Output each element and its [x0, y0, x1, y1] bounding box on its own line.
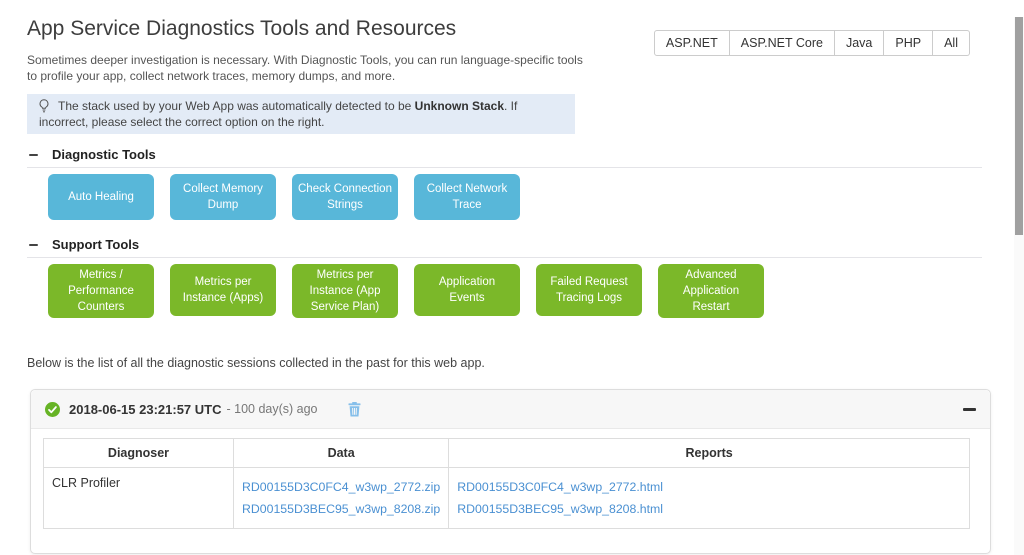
reports-cell: RD00155D3C0FC4_w3wp_2772.html RD00155D3B…: [449, 468, 970, 529]
support-button-metrics-performance-counters[interactable]: Metrics / Performance Counters: [48, 264, 154, 318]
session-card-header: 2018-06-15 23:21:57 UTC - 100 day(s) ago: [31, 390, 990, 429]
section-title: Support Tools: [52, 237, 139, 252]
data-cell: RD00155D3C0FC4_w3wp_2772.zip RD00155D3BE…: [234, 468, 449, 529]
diagnoser-cell: CLR Profiler: [44, 468, 234, 529]
page-description: Sometimes deeper investigation is necess…: [27, 52, 587, 84]
stack-filter-php[interactable]: PHP: [884, 30, 933, 56]
support-button-metrics-per-instance-app-service-plan[interactable]: Metrics per Instance (App Service Plan): [292, 264, 398, 318]
report-file-link[interactable]: RD00155D3BEC95_w3wp_8208.html: [457, 498, 961, 520]
collapse-session-button[interactable]: [963, 408, 976, 411]
trash-icon: [348, 402, 361, 417]
data-file-link[interactable]: RD00155D3BEC95_w3wp_8208.zip: [242, 498, 440, 520]
stack-filter-all[interactable]: All: [933, 30, 970, 56]
section-divider: [27, 257, 982, 258]
column-header-diagnoser: Diagnoser: [44, 439, 234, 468]
support-button-metrics-per-instance-apps[interactable]: Metrics per Instance (Apps): [170, 264, 276, 316]
column-header-reports: Reports: [449, 439, 970, 468]
support-button-application-events[interactable]: Application Events: [414, 264, 520, 316]
delete-session-button[interactable]: [348, 402, 361, 417]
collapse-minus-icon: [29, 244, 38, 246]
scrollbar-thumb[interactable]: [1015, 17, 1023, 235]
session-timestamp: 2018-06-15 23:21:57 UTC: [69, 402, 221, 417]
stack-detection-banner: The stack used by your Web App was autom…: [27, 94, 575, 134]
banner-text-prefix: The stack used by your Web App was autom…: [58, 99, 415, 113]
tool-button-collect-network-trace[interactable]: Collect Network Trace: [414, 174, 520, 220]
sessions-intro-text: Below is the list of all the diagnostic …: [27, 356, 1024, 370]
support-button-advanced-application-restart[interactable]: Advanced Application Restart: [658, 264, 764, 318]
support-tools-row: Metrics / Performance Counters Metrics p…: [48, 264, 1024, 318]
main-content: App Service Diagnostics Tools and Resour…: [0, 17, 1024, 554]
stack-filter-java[interactable]: Java: [835, 30, 884, 56]
table-row: CLR Profiler RD00155D3C0FC4_w3wp_2772.zi…: [44, 468, 970, 529]
tool-button-auto-healing[interactable]: Auto Healing: [48, 174, 154, 220]
scrollbar-track[interactable]: [1014, 17, 1024, 555]
tool-button-check-connection-strings[interactable]: Check Connection Strings: [292, 174, 398, 220]
collapse-minus-icon: [29, 154, 38, 156]
report-file-link[interactable]: RD00155D3C0FC4_w3wp_2772.html: [457, 476, 961, 498]
banner-stack-name: Unknown Stack: [415, 99, 504, 113]
session-age: - 100 day(s) ago: [226, 402, 317, 416]
stack-filter-group: ASP.NET ASP.NET Core Java PHP All: [654, 30, 970, 56]
diagnostic-tools-row: Auto Healing Collect Memory Dump Check C…: [48, 174, 1024, 220]
column-header-data: Data: [234, 439, 449, 468]
lightbulb-icon: [39, 99, 49, 113]
tool-button-collect-memory-dump[interactable]: Collect Memory Dump: [170, 174, 276, 220]
support-button-failed-request-tracing-logs[interactable]: Failed Request Tracing Logs: [536, 264, 642, 316]
stack-filter-aspnet-core[interactable]: ASP.NET Core: [730, 30, 835, 56]
data-file-link[interactable]: RD00155D3C0FC4_w3wp_2772.zip: [242, 476, 440, 498]
section-divider: [27, 167, 982, 168]
section-header-diagnostic-tools[interactable]: Diagnostic Tools: [29, 147, 1024, 162]
success-check-icon: [45, 402, 60, 417]
section-title: Diagnostic Tools: [52, 147, 156, 162]
session-card-body: Diagnoser Data Reports CLR Profiler RD00…: [31, 429, 990, 553]
session-card: 2018-06-15 23:21:57 UTC - 100 day(s) ago: [30, 389, 991, 554]
stack-filter-aspnet[interactable]: ASP.NET: [654, 30, 730, 56]
section-header-support-tools[interactable]: Support Tools: [29, 237, 1024, 252]
table-header-row: Diagnoser Data Reports: [44, 439, 970, 468]
session-table: Diagnoser Data Reports CLR Profiler RD00…: [43, 438, 970, 529]
